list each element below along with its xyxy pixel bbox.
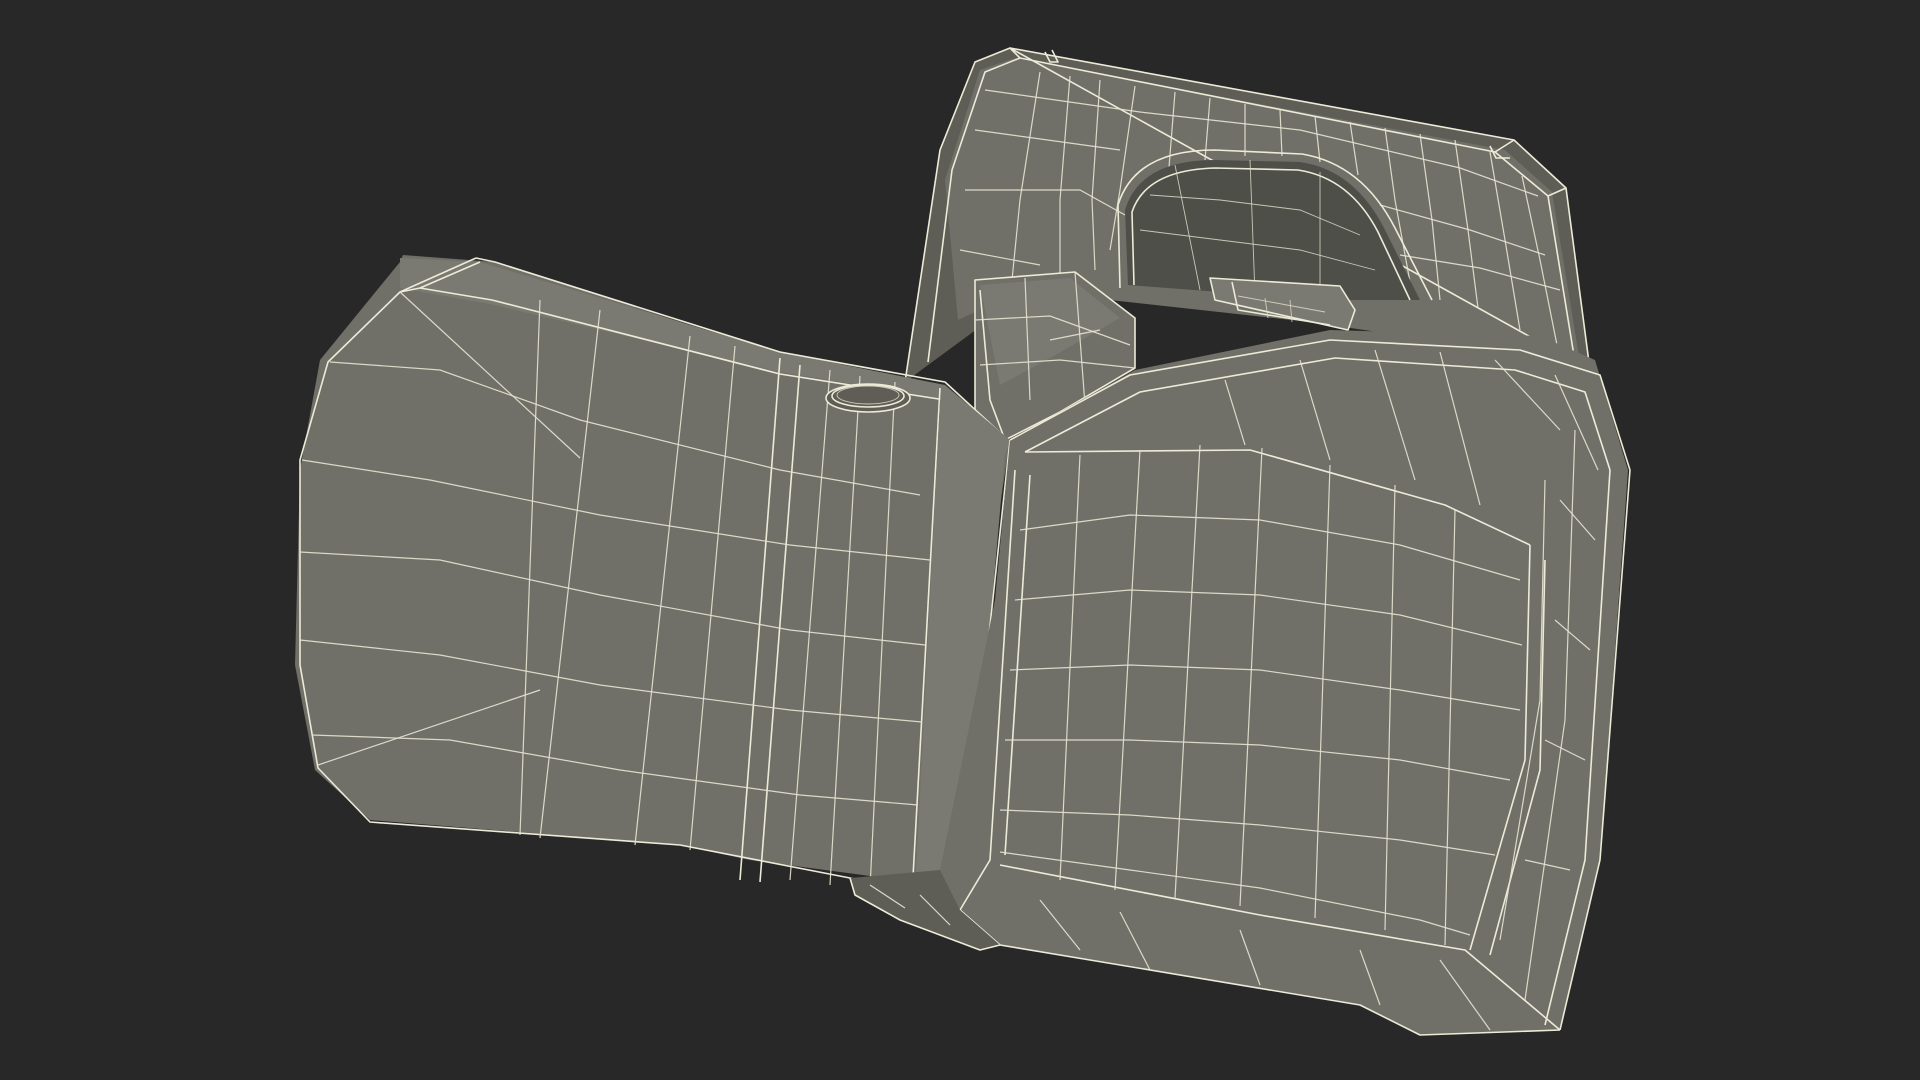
- camera-mesh-icon: [295, 47, 1631, 1036]
- render-viewport[interactable]: [0, 0, 1920, 1080]
